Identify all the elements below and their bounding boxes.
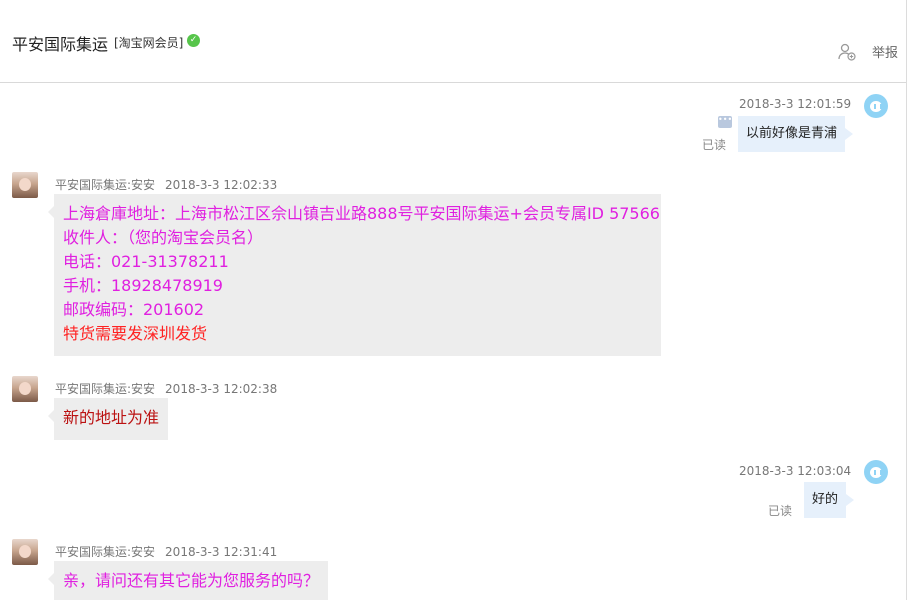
message-text: 新的地址为准 bbox=[63, 408, 160, 427]
message-bubble: 亲，请问还有其它能为您服务的吗？ bbox=[48, 561, 328, 600]
chat-header: 平安国际集运 [淘宝网会员] ✓ 举报 bbox=[0, 0, 906, 83]
bird-avatar-icon bbox=[864, 94, 888, 118]
message-line: 收件人：（您的淘宝会员名） bbox=[63, 228, 264, 247]
message-timestamp: 2018-3-3 12:31:41 bbox=[165, 545, 278, 559]
report-button[interactable]: 举报 bbox=[872, 42, 898, 61]
message-line: 电话：021-31378211 bbox=[63, 252, 229, 271]
message-line: 上海倉庫地址：上海市松江区佘山镇吉业路888号平安国际集运+会员专属ID 575… bbox=[63, 204, 660, 223]
message-bubble: 新的地址为准 bbox=[48, 398, 168, 440]
message-line: 特货需要发深圳发货 bbox=[63, 324, 208, 343]
sender-name: 平安国际集运:安安 bbox=[55, 545, 156, 559]
agent-photo-avatar bbox=[12, 376, 38, 402]
message-timestamp: 2018-3-3 12:02:38 bbox=[165, 382, 278, 396]
message-text: 亲，请问还有其它能为您服务的吗？ bbox=[63, 571, 320, 590]
agent-photo-avatar bbox=[12, 539, 38, 565]
message-bubble: 上海倉庫地址：上海市松江区佘山镇吉业路888号平安国际集运+会员专属ID 575… bbox=[48, 194, 661, 356]
read-status: 已读 bbox=[768, 504, 793, 518]
message-dots-icon: ••• bbox=[718, 116, 732, 128]
message-bubble: 以前好像是青浦 bbox=[738, 116, 854, 152]
bird-avatar-icon bbox=[864, 460, 888, 484]
member-tag: [淘宝网会员] bbox=[114, 36, 184, 50]
sender-name: 平安国际集运:安安 bbox=[55, 178, 156, 192]
message-header: 平安国际集运:安安 2018-3-3 12:02:38 bbox=[55, 380, 277, 397]
chat-window: 平安国际集运 [淘宝网会员] ✓ 举报 2018-3-3 12:01:59 ••… bbox=[0, 0, 907, 600]
message-timestamp: 2018-3-3 12:01:59 bbox=[739, 97, 852, 111]
message-timestamp: 2018-3-3 12:02:33 bbox=[165, 178, 278, 192]
message-list[interactable]: 2018-3-3 12:01:59 ••• 已读 以前好像是青浦 平安国际集运:… bbox=[0, 84, 906, 600]
message-line: 邮政编码：201602 bbox=[63, 300, 205, 319]
add-user-icon[interactable] bbox=[837, 42, 857, 62]
check-circle-icon: ✓ bbox=[187, 34, 200, 47]
message-bubble: 好的 bbox=[804, 482, 855, 518]
message-line: 手机：18928478919 bbox=[63, 276, 223, 295]
sender-name: 平安国际集运:安安 bbox=[55, 382, 156, 396]
contact-name: 平安国际集运 bbox=[12, 35, 109, 54]
message-timestamp: 2018-3-3 12:03:04 bbox=[739, 464, 852, 478]
agent-photo-avatar bbox=[12, 172, 38, 198]
read-status: 已读 bbox=[702, 138, 727, 152]
message-header: 平安国际集运:安安 2018-3-3 12:31:41 bbox=[55, 543, 277, 560]
message-header: 平安国际集运:安安 2018-3-3 12:02:33 bbox=[55, 176, 277, 193]
